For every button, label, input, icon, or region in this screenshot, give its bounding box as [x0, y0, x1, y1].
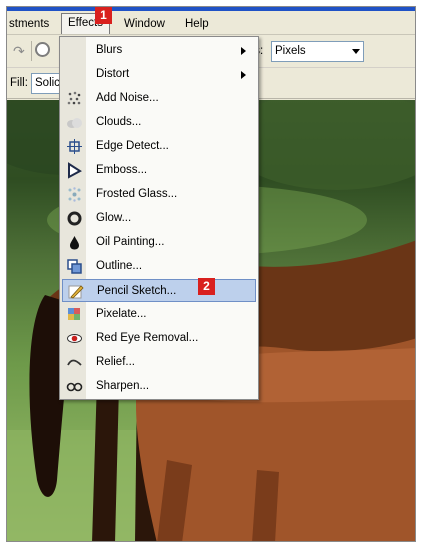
menu-item-sharpen[interactable]: Sharpen... — [62, 375, 256, 398]
menu-item-oil-painting[interactable]: Oil Painting... — [62, 231, 256, 254]
clouds-icon — [67, 118, 82, 128]
effects-menu: Blurs Distort Add Noise... Clouds... Edg… — [59, 36, 259, 400]
pencil-sketch-icon — [68, 285, 84, 299]
callout-badge-2: 2 — [198, 278, 215, 295]
menu-item-label: Pencil Sketch... — [97, 285, 177, 297]
menu-item-frosted-glass[interactable]: Frosted Glass... — [62, 183, 256, 206]
pixelate-icon — [68, 308, 80, 320]
menu-item-add-noise[interactable]: Add Noise... — [62, 87, 256, 110]
toolbar-separator — [31, 41, 32, 61]
menu-window[interactable]: Window — [124, 16, 165, 32]
red-eye-removal-icon — [67, 334, 82, 343]
menu-item-label: Red Eye Removal... — [96, 332, 199, 344]
callout-badge-1: 1 — [95, 7, 112, 24]
menu-adjustments[interactable]: stments — [9, 16, 49, 32]
submenu-arrow-icon — [241, 71, 246, 79]
dropdown-arrow-icon — [352, 49, 360, 54]
menu-item-label: Relief... — [96, 356, 135, 368]
menu-item-label: Pixelate... — [96, 308, 147, 320]
menu-item-pixelate[interactable]: Pixelate... — [62, 303, 256, 326]
menu-item-label: Oil Painting... — [96, 236, 165, 248]
fill-label: Fill: — [10, 77, 28, 89]
add-noise-icon — [67, 91, 81, 105]
menu-item-label: Blurs — [96, 44, 123, 56]
menu-item-clouds[interactable]: Clouds... — [62, 111, 256, 134]
menu-item-edge-detect[interactable]: Edge Detect... — [62, 135, 256, 158]
oil-painting-icon — [70, 236, 79, 250]
menu-item-glow[interactable]: Glow... — [62, 207, 256, 230]
app-window: stments Effects Window Help ↷ ts: Pixels… — [6, 6, 416, 542]
edge-detect-icon — [67, 139, 82, 154]
outline-icon — [67, 259, 82, 274]
fill-select-value: Solic — [35, 77, 60, 89]
menu-bar: stments Effects Window Help — [7, 11, 415, 35]
sharpen-icon — [66, 382, 83, 392]
relief-icon — [67, 359, 82, 366]
menu-item-label: Sharpen... — [96, 380, 150, 392]
menu-item-red-eye-removal[interactable]: Red Eye Removal... — [62, 327, 256, 350]
units-select-value: Pixels — [275, 45, 306, 57]
menu-item-label: Emboss... — [96, 164, 148, 176]
menu-item-label: Distort — [96, 68, 130, 80]
menu-item-relief[interactable]: Relief... — [62, 351, 256, 374]
redo-icon[interactable]: ↷ — [13, 43, 25, 60]
units-select[interactable]: Pixels — [271, 41, 364, 62]
menu-item-label: Glow... — [96, 212, 132, 224]
emboss-icon — [68, 162, 82, 179]
menu-item-distort[interactable]: Distort — [62, 63, 256, 86]
glow-icon — [67, 211, 82, 226]
menu-item-label: Clouds... — [96, 116, 142, 128]
submenu-arrow-icon — [241, 47, 246, 55]
menu-item-label: Add Noise... — [96, 92, 159, 104]
menu-item-label: Frosted Glass... — [96, 188, 178, 200]
menu-item-emboss[interactable]: Emboss... — [62, 159, 256, 182]
menu-item-pencil-sketch[interactable]: Pencil Sketch... — [62, 279, 256, 302]
menu-item-label: Outline... — [96, 260, 143, 272]
menu-item-label: Edge Detect... — [96, 140, 169, 152]
menu-item-blurs[interactable]: Blurs — [62, 39, 256, 62]
menu-help[interactable]: Help — [185, 16, 209, 32]
menu-item-outline[interactable]: Outline... — [62, 255, 256, 278]
zoom-out-icon[interactable] — [35, 42, 50, 57]
frosted-glass-icon — [68, 187, 81, 202]
